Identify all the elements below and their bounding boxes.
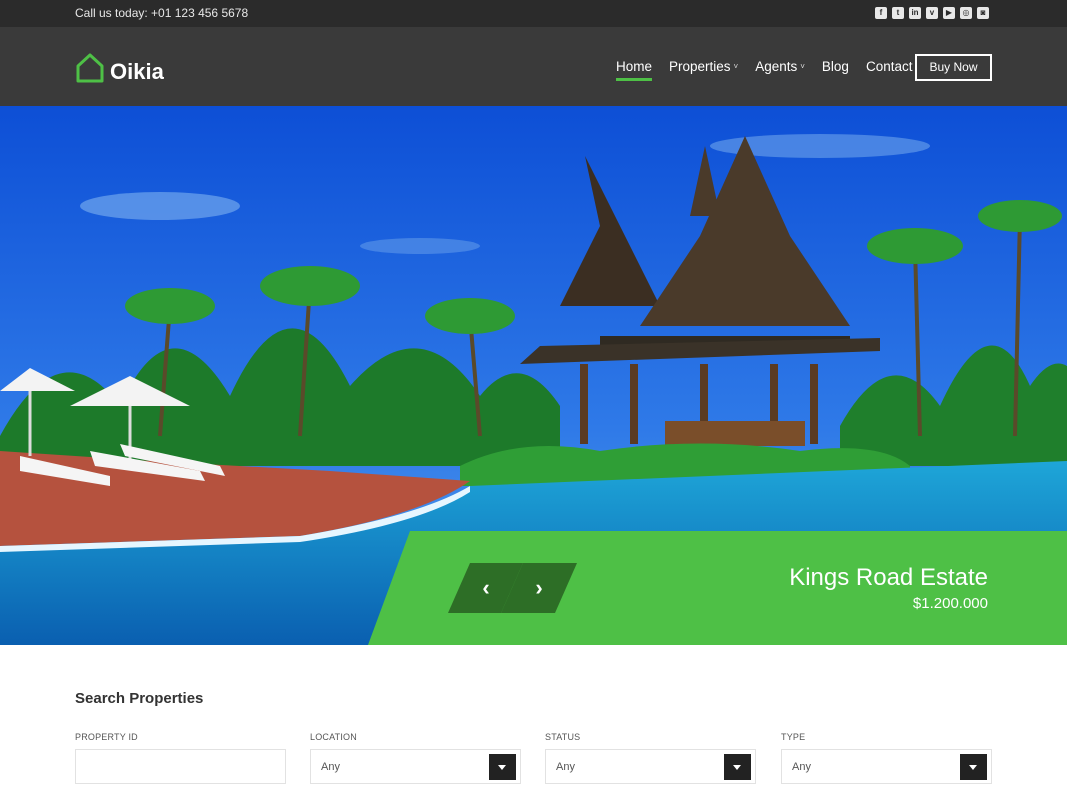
chevron-right-icon: ›: [535, 575, 543, 600]
dropdown-arrow-icon[interactable]: [724, 754, 751, 780]
property-title[interactable]: Kings Road Estate: [789, 564, 988, 592]
house-logo-icon: [76, 53, 104, 83]
status-label: STATUS: [545, 732, 581, 742]
property-price: $1.200.000: [912, 595, 988, 612]
hero-slider: ‹ › Kings Road Estate $1.200.000: [0, 106, 1067, 645]
property-id-input[interactable]: [75, 749, 286, 784]
logo-text: Oikia: [110, 59, 164, 84]
dropdown-arrow-icon[interactable]: [960, 754, 987, 780]
logo[interactable]: Oikia: [75, 51, 164, 85]
dribbble-icon[interactable]: ◎: [960, 7, 972, 19]
location-label: LOCATION: [310, 732, 357, 742]
social-links: f t in v ▶ ◎ ◙: [875, 7, 989, 19]
next-slide-button[interactable]: ›: [508, 563, 570, 613]
status-select[interactable]: Any: [545, 749, 756, 784]
nav-agents[interactable]: Agents ˅: [755, 59, 805, 74]
main-header: Oikia Home Properties ˅ Agents ˅ Blog Cont…: [0, 27, 1067, 106]
phone-text: Call us today: +01 123 456 5678: [75, 6, 249, 20]
chevron-down-icon: ˅: [800, 62, 805, 71]
nav-blog[interactable]: Blog: [822, 59, 849, 74]
main-nav: Home Properties ˅ Agents ˅ Blog Contact: [616, 59, 929, 81]
youtube-icon[interactable]: ▶: [943, 7, 955, 19]
linkedin-icon[interactable]: in: [909, 7, 921, 19]
facebook-icon[interactable]: f: [875, 7, 887, 19]
location-select[interactable]: Any: [310, 749, 521, 784]
instagram-icon[interactable]: ◙: [977, 7, 989, 19]
twitter-icon[interactable]: t: [892, 7, 904, 19]
property-id-label: PROPERTY ID: [75, 732, 138, 742]
search-properties-title: Search Properties: [75, 690, 204, 707]
vimeo-icon[interactable]: v: [926, 7, 938, 19]
type-label: TYPE: [781, 732, 806, 742]
nav-contact[interactable]: Contact: [866, 59, 913, 74]
top-bar: Call us today: +01 123 456 5678 f t in v…: [0, 0, 1067, 27]
buy-now-button[interactable]: Buy Now: [915, 54, 992, 81]
nav-properties[interactable]: Properties ˅: [669, 59, 738, 74]
chevron-down-icon: ˅: [733, 62, 739, 71]
type-select[interactable]: Any: [781, 749, 992, 784]
nav-home[interactable]: Home: [616, 59, 653, 81]
dropdown-arrow-icon[interactable]: [489, 754, 516, 780]
